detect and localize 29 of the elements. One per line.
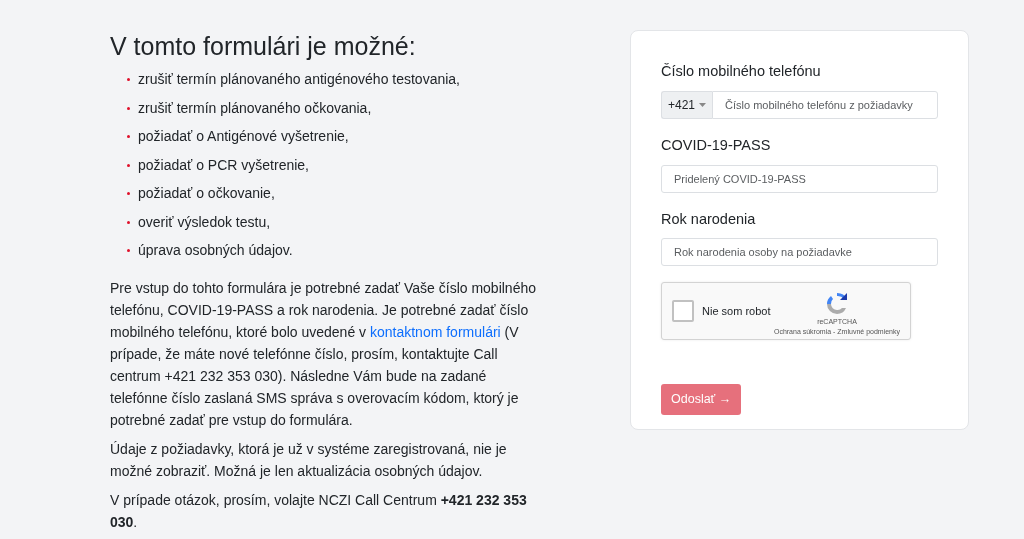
paragraph: Pre vstup do tohto formulára je potrebné zadať Vaše číslo mobilného telefónu, COVID-19-PASS a rok narodenia. Je potrebné zadať číslo mobilného telefónu, ktoré bolo uvedené v kontaktnom formulári (V prípade, že máte nové telefónne číslo, prosím, kontaktujte Call centrum +421 232 353 030). Následne Vám bude na zadané telefónne číslo zaslaná SMS správa s overovacím kódom, ktorý je potrebné zadať pre vstup do formulára. [110,279,537,430]
list-item: overiť výsledok testu, [138,212,271,232]
bullet-icon [127,135,130,139]
captcha-checkbox[interactable] [672,300,694,323]
list-item: požiadať o PCR vyšetrenie, [138,155,309,175]
bullet-icon [127,106,130,110]
field-label: COVID-19-PASS [661,135,772,155]
phone-input[interactable]: Číslo mobilného telefónu z požiadavky [712,90,938,119]
bullet-icon [127,192,130,196]
list-item: požiadať o Antigénové vyšetrenie, [138,127,349,147]
link[interactable]: kontaktnom formulári [369,324,501,340]
text-input[interactable]: Rok narodenia osoby na požiadavke [661,238,938,267]
list-item: zrušiť termín plánovaného očkovania, [138,98,372,118]
list-item: zrušiť termín plánovaného antigénového testovania, [138,70,460,90]
bullet-icon [127,249,130,253]
paragraph: Údaje z požiadavky, ktorá je už v systéme zaregistrovaná, nie je možné zobraziť. Možná je len aktualizácia osobných údajov. [110,440,508,481]
page-heading: V tomto formulári je možné: [110,31,417,62]
bullet-icon [127,220,130,224]
list-item: požiadať o očkovanie, [138,184,275,204]
caret-icon [699,102,707,107]
field-label: Číslo mobilného telefónu [661,62,822,81]
text-input[interactable]: Pridelený COVID-19-PASS [661,164,938,193]
list-item: úprava osobných údajov. [138,241,293,261]
captcha-label: Nie som robot [702,304,772,319]
country-code-select[interactable]: +421 [661,90,713,119]
field-label: Rok narodenia [661,209,757,229]
paragraph: V prípade otázok, prosím, volajte NCZI Call Centrum +421 232 353 030. [110,491,528,532]
bullet-icon [127,163,130,167]
bullet-icon [127,78,130,82]
